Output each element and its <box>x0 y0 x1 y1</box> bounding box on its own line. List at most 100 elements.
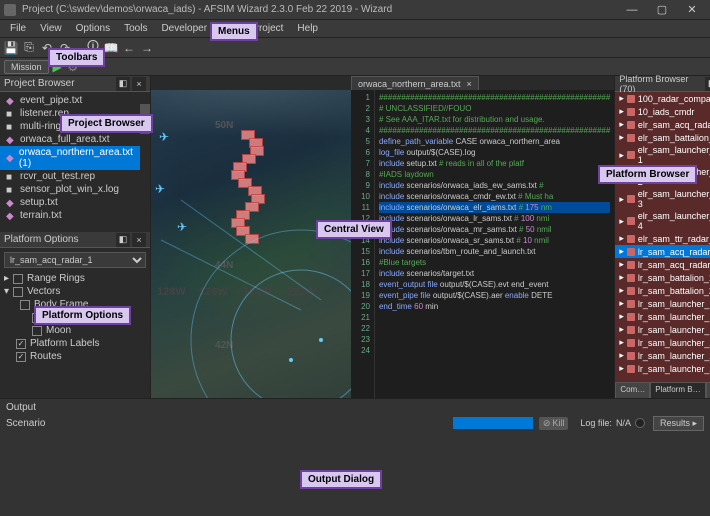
file-item[interactable]: ■rcvr_out_test.rep <box>0 170 140 183</box>
window-title: Project (C:\swdev\demos\orwaca_iads) - A… <box>22 4 618 15</box>
file-item[interactable]: ◆orwaca_full_area.txt <box>0 133 140 146</box>
platform-browser-tabs: Com…Platform B…Ty… <box>615 382 710 398</box>
close-button[interactable]: ✕ <box>678 2 706 18</box>
editor-tab[interactable]: orwaca_northern_area.txt× <box>351 76 479 90</box>
book-icon[interactable]: 📖 <box>104 41 118 55</box>
platform-item[interactable]: ▸elr_sam_ttr_radar_1 <box>615 232 710 245</box>
red-force-cluster <box>231 130 281 250</box>
callout-central: Central View <box>316 220 392 239</box>
menu-file[interactable]: File <box>4 21 32 36</box>
project-browser-title: Project Browser <box>4 78 75 89</box>
lon-label: 126W <box>199 286 228 298</box>
aircraft-icon: ✈ <box>177 220 187 234</box>
progress-bar <box>453 417 533 429</box>
platform-select[interactable]: lr_sam_acq_radar_1 <box>4 252 146 268</box>
menu-help[interactable]: Help <box>291 21 324 36</box>
platform-item[interactable]: ▸lr_sam_acq_radar_1 <box>615 245 710 258</box>
callout-menus: Menus <box>210 22 258 41</box>
callout-platform-options: Platform Options <box>34 306 131 325</box>
platform-options-title: Platform Options <box>4 234 78 245</box>
file-item[interactable]: ◆setup.txt <box>0 196 140 209</box>
platform-item[interactable]: ▸100_radar_company <box>615 92 710 105</box>
menu-tools[interactable]: Tools <box>118 21 153 36</box>
pb-float-icon[interactable]: ◧ <box>116 77 130 91</box>
output-title: Output <box>6 402 36 413</box>
file-item[interactable]: ■sensor_plot_win_x.log <box>0 183 140 196</box>
lat-label: 42N <box>215 340 233 351</box>
save-all-icon[interactable]: ⎘ <box>22 41 36 55</box>
platform-item[interactable]: ▸lr_sam_acq_radar_2 <box>615 258 710 271</box>
rc-tab[interactable]: Com… <box>615 382 650 398</box>
line-gutter: 123456789101112131415161718192021222324 <box>351 90 375 398</box>
project-browser-body: ◆event_pipe.txt■listener.rep■multi-ring.… <box>0 92 150 232</box>
platform-item[interactable]: ▸elr_sam_launcher_1-1 <box>615 144 710 166</box>
log-icon[interactable] <box>635 418 645 428</box>
central-view: ✈ ✈ ✈ 128W 126W 124W 122W 50N 44N 42N <box>151 90 614 398</box>
opt-range-rings[interactable]: ▸Range Rings <box>4 272 146 285</box>
po-close-icon[interactable]: × <box>132 233 146 247</box>
opt-routes[interactable]: Routes <box>4 350 146 363</box>
app-icon <box>4 4 16 16</box>
platform-item[interactable]: ▸elr_sam_battalion_1 <box>615 131 710 144</box>
platform-item[interactable]: ▸lr_sam_launcher_1-3 <box>615 323 710 336</box>
platform-item[interactable]: ▸10_iads_cmdr <box>615 105 710 118</box>
mission-button[interactable]: Mission <box>4 60 49 74</box>
code-body[interactable]: ########################################… <box>375 90 614 398</box>
minimize-button[interactable]: — <box>618 2 646 18</box>
callout-project-browser: Project Browser <box>60 114 153 133</box>
platform-item[interactable]: ▸lr_sam_launcher_2-1 <box>615 336 710 349</box>
rc-tab[interactable]: Platform B… <box>650 382 705 398</box>
menu-bar: FileViewOptionsToolsDeveloperEditProject… <box>0 20 710 38</box>
aircraft-icon: ✈ <box>159 130 169 144</box>
opt-moon[interactable]: Moon <box>4 324 146 337</box>
callout-platform-browser: Platform Browser <box>598 165 697 184</box>
platform-browser-body: ▸100_radar_company▸10_iads_cmdr▸elr_sam_… <box>615 92 710 382</box>
aircraft-icon: ✈ <box>155 182 165 196</box>
map-view[interactable]: ✈ ✈ ✈ 128W 126W 124W 122W 50N 44N 42N <box>151 90 351 398</box>
platform-item[interactable]: ▸lr_sam_battalion_2 <box>615 284 710 297</box>
menu-developer[interactable]: Developer <box>155 21 213 36</box>
output-panel: Output Scenario ⊘Kill Log file:N/A Resul… <box>0 398 710 516</box>
rc-float-icon[interactable]: ◧ <box>705 77 710 91</box>
file-item[interactable]: ◆orwaca_northern_area.txt (1) <box>0 146 140 170</box>
kill-button[interactable]: ⊘Kill <box>539 417 569 430</box>
lon-label: 124W <box>243 286 272 298</box>
pb-close-icon[interactable]: × <box>132 77 146 91</box>
platform-browser-title: Platform Browser (70) <box>619 74 703 94</box>
platform-item[interactable]: ▸elr_sam_launcher_1-4 <box>615 210 710 232</box>
callout-output: Output Dialog <box>300 470 382 489</box>
platform-item[interactable]: ▸lr_sam_launcher_2-2 <box>615 349 710 362</box>
maximize-button[interactable]: ▢ <box>648 2 676 18</box>
platform-item[interactable]: ▸lr_sam_battalion_1 <box>615 271 710 284</box>
log-file: Log file:N/A <box>580 418 645 428</box>
back-icon[interactable]: ← <box>122 41 136 55</box>
results-button[interactable]: Results ▸ <box>653 416 704 431</box>
file-item[interactable]: ◆terrain.txt <box>0 209 140 222</box>
platform-item[interactable]: ▸lr_sam_launcher_1-1 <box>615 297 710 310</box>
editor-tab-row: orwaca_northern_area.txt× <box>151 76 614 90</box>
platform-item[interactable]: ▸elr_sam_launcher_1-3 <box>615 188 710 210</box>
platform-options-header: Platform Options ◧ × <box>0 232 150 248</box>
platform-item[interactable]: ▸lr_sam_launcher_2-3 <box>615 362 710 375</box>
opt-platform-labels[interactable]: Platform Labels <box>4 337 146 350</box>
platform-item[interactable]: ▸elr_sam_acq_radar_1 <box>615 118 710 131</box>
po-float-icon[interactable]: ◧ <box>116 233 130 247</box>
forward-icon[interactable]: → <box>140 41 154 55</box>
toolbar: 💾 ⎘ ↶ ↷ 🛈 📖 ← → <box>0 38 710 58</box>
scenario-label: Scenario <box>6 418 45 429</box>
menu-options[interactable]: Options <box>70 21 116 36</box>
lon-label: 122W <box>287 286 316 298</box>
title-bar: Project (C:\swdev\demos\orwaca_iads) - A… <box>0 0 710 20</box>
menu-view[interactable]: View <box>34 21 68 36</box>
code-editor[interactable]: 123456789101112131415161718192021222324 … <box>351 90 614 398</box>
file-item[interactable]: ◆event_pipe.txt <box>0 94 140 107</box>
platform-browser-header: Platform Browser (70) ◧ × <box>615 76 710 92</box>
lon-label: 128W <box>157 286 186 298</box>
lat-label: 50N <box>215 120 233 131</box>
opt-vectors[interactable]: ▾Vectors <box>4 285 146 298</box>
rc-tab[interactable]: Ty… <box>706 382 710 398</box>
kill-icon: ⊘ <box>543 418 551 429</box>
platform-item[interactable]: ▸lr_sam_launcher_1-2 <box>615 310 710 323</box>
lat-label: 44N <box>215 260 233 271</box>
save-icon[interactable]: 💾 <box>4 41 18 55</box>
